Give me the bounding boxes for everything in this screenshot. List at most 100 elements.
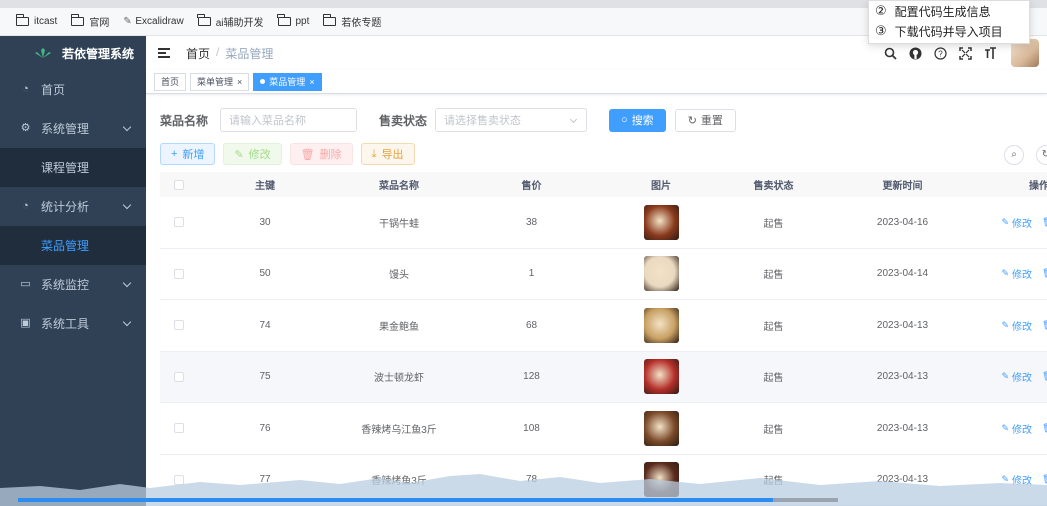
row-edit-label: 修改 xyxy=(1012,321,1033,333)
row-checkbox[interactable] xyxy=(174,371,184,382)
row-delete-link[interactable]: 🗑删除 xyxy=(1042,318,1047,333)
search-button[interactable]: ○ 搜索 xyxy=(609,108,666,132)
bookmark-label: 若依专题 xyxy=(341,18,382,29)
row-checkbox[interactable] xyxy=(174,320,184,331)
cell-image xyxy=(597,462,725,498)
dish-thumbnail[interactable] xyxy=(643,410,679,446)
bookmark-item[interactable]: itcast xyxy=(15,14,57,27)
sidebar-item[interactable]: ⚙ 系统管理 xyxy=(0,109,146,148)
cell-price: 38 xyxy=(525,216,538,228)
toggle-search-icon[interactable]: ⌕ xyxy=(1004,145,1024,165)
col-name: 菜品名称 xyxy=(379,181,419,192)
dish-thumbnail[interactable] xyxy=(643,462,679,498)
export-button-label: 导出 xyxy=(381,149,404,161)
cell-operation: ✎修改 🗑删除 xyxy=(983,266,1047,281)
row-checkbox-cell xyxy=(160,217,198,228)
select-all-checkbox[interactable] xyxy=(174,179,184,190)
tag-menu-manage[interactable]: 菜单管理 × xyxy=(190,72,250,91)
cell-id: 75 xyxy=(259,371,271,383)
dish-thumbnail[interactable] xyxy=(643,359,679,395)
row-edit-link[interactable]: ✎ 修改 xyxy=(1002,215,1033,230)
chevron-down-icon xyxy=(122,317,132,327)
dish-thumbnail[interactable] xyxy=(643,307,679,343)
bookmark-item[interactable]: ai辅助开发 xyxy=(197,14,264,29)
popup-step-item[interactable]: ② 配置代码生成信息 xyxy=(869,1,1029,21)
fullscreen-icon[interactable] xyxy=(959,46,972,60)
cell-price: 108 xyxy=(523,422,540,434)
row-checkbox[interactable] xyxy=(174,423,184,434)
sidebar-item[interactable]: 菜品管理 xyxy=(0,226,146,265)
hamburger-icon[interactable] xyxy=(158,48,170,58)
table-row[interactable]: 50 馒头 1 起售 2023-04-14 ✎修改 🗑删除 xyxy=(160,249,1047,300)
question-icon[interactable]: ? xyxy=(934,46,947,60)
cell-update-time: 2023-04-16 xyxy=(876,216,929,228)
status-select[interactable]: 请选择售卖状态 xyxy=(435,108,588,132)
add-button[interactable]: + 新增 xyxy=(160,143,216,165)
sidebar-item[interactable]: ▣ 系统工具 xyxy=(0,304,146,343)
github-icon[interactable] xyxy=(909,47,922,60)
table-row[interactable]: 77 香辣烤鱼3斤 78 起售 2023-04-13 ✎修改 🗑删除 xyxy=(160,455,1047,506)
folder-icon xyxy=(15,14,29,26)
chevron-down-icon xyxy=(122,278,132,288)
tag-home[interactable]: 首页 xyxy=(154,72,187,91)
row-delete-link[interactable]: 🗑删除 xyxy=(1042,266,1047,281)
search-icon[interactable] xyxy=(884,47,897,60)
dish-table: 主键 菜品名称 售价 图片 售卖状态 更新时间 操作 30 干锅牛蛙 38 起售 202… xyxy=(160,172,1047,506)
bookmark-item[interactable]: 官网 xyxy=(70,14,109,29)
reset-button[interactable]: ↻ 重置 xyxy=(674,108,736,132)
bookmark-item[interactable]: ppt xyxy=(277,14,309,27)
dish-thumbnail[interactable] xyxy=(643,256,679,292)
delete-button[interactable]: 🗑 删除 xyxy=(289,143,353,165)
row-delete-link[interactable]: 🗑删除 xyxy=(1042,215,1047,230)
refresh-icon: ↻ xyxy=(687,114,697,127)
row-delete-link[interactable]: 🗑删除 xyxy=(1042,421,1047,436)
trash-icon: 🗑 xyxy=(1042,217,1047,228)
row-checkbox[interactable] xyxy=(174,474,184,485)
row-edit-link[interactable]: ✎ 修改 xyxy=(1002,472,1033,487)
row-delete-link[interactable]: 🗑删除 xyxy=(1042,472,1047,487)
breadcrumb-home[interactable]: 首页 xyxy=(186,45,210,62)
folder-icon xyxy=(197,14,211,26)
sidebar-item[interactable]: 课程管理 xyxy=(0,148,146,187)
table-header: 主键 菜品名称 售价 图片 售卖状态 更新时间 操作 xyxy=(160,172,1047,197)
export-button[interactable]: ⤓ 导出 xyxy=(360,143,415,165)
bookmark-label: ai辅助开发 xyxy=(215,18,264,29)
edit-button[interactable]: ✎ 修改 xyxy=(223,143,282,165)
col-id: 主键 xyxy=(255,181,275,192)
sidebar-item[interactable]: ◔ 首页 xyxy=(0,70,146,109)
table-row[interactable]: 74 果金鲍鱼 68 起售 2023-04-13 ✎修改 🗑删除 xyxy=(160,300,1047,352)
sidebar-item[interactable]: ▭ 系统监控 xyxy=(0,265,146,304)
dish-name-input[interactable]: 请输入菜品名称 xyxy=(220,108,358,132)
row-edit-label: 修改 xyxy=(1012,270,1033,282)
bookmark-item[interactable]: ✎ Excalidraw xyxy=(123,16,183,28)
close-icon[interactable]: × xyxy=(309,74,314,90)
tag-dish-manage[interactable]: 菜品管理 × xyxy=(253,72,322,91)
popup-step-label: 配置代码生成信息 xyxy=(894,4,991,19)
refresh-icon[interactable]: ↻ xyxy=(1036,145,1047,165)
close-icon[interactable]: × xyxy=(237,74,242,90)
table-row[interactable]: 30 干锅牛蛙 38 起售 2023-04-16 ✎修改 🗑删除 xyxy=(160,197,1047,249)
row-edit-link[interactable]: ✎ 修改 xyxy=(1002,266,1033,281)
edit-icon: ✎ xyxy=(1001,474,1010,485)
table-row[interactable]: 75 波士顿龙虾 128 起售 2023-04-13 ✎修改 🗑删除 xyxy=(160,351,1047,403)
cell-image xyxy=(597,359,725,395)
cell-price: 68 xyxy=(525,319,538,331)
bookmark-item[interactable]: 若依专题 xyxy=(322,14,382,29)
row-edit-link[interactable]: ✎ 修改 xyxy=(1002,318,1033,333)
table-row[interactable]: 76 香辣烤乌江鱼3斤 108 起售 2023-04-13 ✎修改 🗑删除 xyxy=(160,403,1047,455)
breadcrumb-separator: / xyxy=(216,44,220,59)
dish-thumbnail[interactable] xyxy=(643,204,679,240)
table-tools: ⌕ ↻ xyxy=(1004,145,1047,165)
sidebar-item[interactable]: ◔ 统计分析 xyxy=(0,187,146,226)
font-size-icon[interactable] xyxy=(984,46,997,60)
edit-icon: ✎ xyxy=(1001,216,1010,227)
row-checkbox[interactable] xyxy=(174,217,184,228)
popup-step-item[interactable]: ③ 下载代码并导入项目 xyxy=(869,21,1029,41)
row-edit-link[interactable]: ✎ 修改 xyxy=(1002,421,1033,436)
row-delete-link[interactable]: 🗑删除 xyxy=(1042,369,1047,384)
sidebar-logo[interactable]: 若依管理系统 xyxy=(0,36,146,70)
row-edit-link[interactable]: ✎ 修改 xyxy=(1002,369,1033,384)
bookmark-label: Excalidraw xyxy=(135,16,184,27)
row-checkbox[interactable] xyxy=(174,268,184,279)
cell-id: 77 xyxy=(259,474,271,486)
